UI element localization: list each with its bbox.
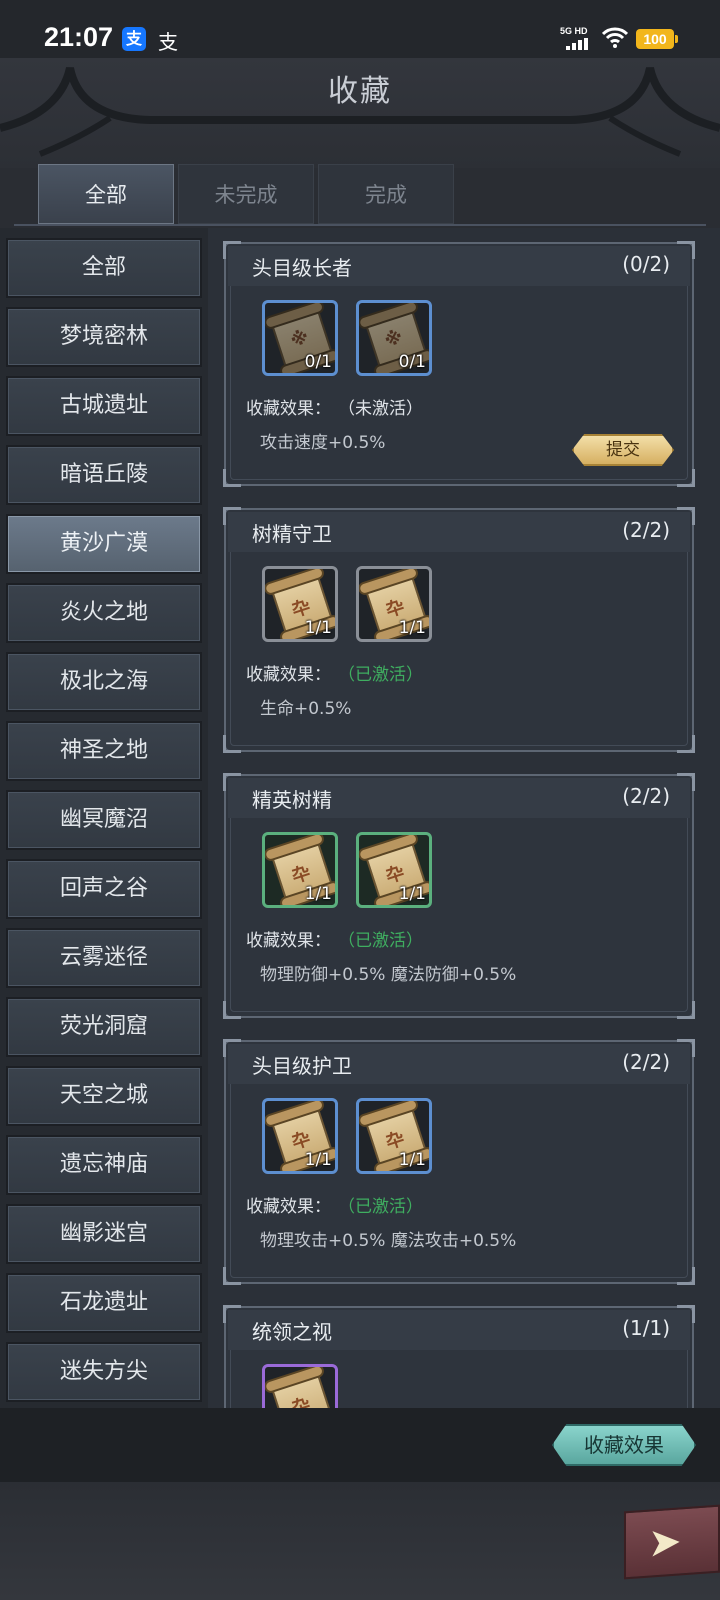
- collection-item-slot[interactable]: 卆 1/1: [262, 1098, 338, 1174]
- effect-bonus: 物理防御+0.5% 魔法防御+0.5%: [260, 965, 517, 985]
- collection-item-slot[interactable]: 卆 1/1: [356, 832, 432, 908]
- alipay-icon: 支: [122, 27, 146, 51]
- battery-indicator: 100: [636, 29, 678, 49]
- sidebar-item-flame-land[interactable]: 炎火之地: [6, 583, 202, 643]
- card-title: 统领之视: [252, 1320, 332, 1344]
- collection-item-slot[interactable]: 卆: [262, 1364, 338, 1408]
- item-count: 1/1: [304, 618, 332, 638]
- collection-item-slot[interactable]: 卆 1/1: [262, 832, 338, 908]
- tab-all[interactable]: 全部: [38, 164, 174, 224]
- submit-button[interactable]: 提交: [572, 434, 674, 466]
- wifi-icon: [602, 27, 628, 48]
- card-progress: (2/2): [622, 518, 670, 542]
- collection-card: 统领之视 (1/1) 卆: [223, 1305, 695, 1408]
- sidebar-item-echo-valley[interactable]: 回声之谷: [6, 859, 202, 919]
- signal-icon: [566, 38, 588, 50]
- card-progress: (1/1): [622, 1316, 670, 1340]
- effect-bonus: 生命+0.5%: [260, 699, 352, 719]
- sidebar-item-lost-obelisk[interactable]: 迷失方尖: [6, 1342, 202, 1402]
- page-title: 收藏: [328, 74, 392, 109]
- card-title: 树精守卫: [252, 522, 332, 546]
- sidebar-item-north-sea[interactable]: 极北之海: [6, 652, 202, 712]
- card-title: 头目级护卫: [252, 1054, 352, 1078]
- sidebar-item-dream-forest[interactable]: 梦境密林: [6, 307, 202, 367]
- card-progress: (2/2): [622, 784, 670, 808]
- collection-card: 树精守卫 (2/2) 卆 1/1 卆 1/1 收藏效果： （已激活） 生命+0.…: [223, 507, 695, 753]
- item-count: 1/1: [398, 618, 426, 638]
- scroll-icon: 卆: [272, 1371, 332, 1408]
- effect-label: 收藏效果：: [246, 399, 331, 419]
- effect-status: （已激活）: [338, 665, 423, 685]
- alipay-outline-icon: 支: [158, 30, 178, 54]
- card-title: 精英树精: [252, 788, 332, 812]
- back-button[interactable]: ➤: [624, 1504, 720, 1580]
- collection-item-slot[interactable]: 卆 1/1: [356, 1098, 432, 1174]
- region-sidebar: 全部 梦境密林 古城遗址 暗语丘陵 黄沙广漠 炎火之地 极北之海 神圣之地 幽冥…: [0, 228, 208, 1408]
- collection-list[interactable]: 头目级长者 (0/2) ※ 0/1 ※ 0/1 收藏效果： （未激活） 攻击速度…: [208, 228, 720, 1408]
- effect-status: （未激活）: [338, 399, 423, 419]
- collection-card: 头目级护卫 (2/2) 卆 1/1 卆 1/1 收藏效果： （已激活） 物理攻击…: [223, 1039, 695, 1285]
- collection-card: 精英树精 (2/2) 卆 1/1 卆 1/1 收藏效果： （已激活） 物理防御+…: [223, 773, 695, 1019]
- item-count: 1/1: [304, 884, 332, 904]
- tab-incomplete[interactable]: 未完成: [178, 164, 314, 224]
- effect-label: 收藏效果：: [246, 665, 331, 685]
- sidebar-item-glow-cave[interactable]: 荧光洞窟: [6, 997, 202, 1057]
- effect-bonus: 物理攻击+0.5% 魔法攻击+0.5%: [260, 1231, 517, 1251]
- tab-complete[interactable]: 完成: [318, 164, 454, 224]
- card-title: 头目级长者: [252, 256, 352, 280]
- item-count: 0/1: [398, 352, 426, 372]
- sidebar-item-forgotten-temple[interactable]: 遗忘神庙: [6, 1135, 202, 1195]
- effect-bonus: 攻击速度+0.5%: [260, 433, 386, 453]
- collection-item-slot[interactable]: ※ 0/1: [356, 300, 432, 376]
- effect-status: （已激活）: [338, 931, 423, 951]
- filter-tabs: 全部 未完成 完成: [14, 164, 706, 226]
- item-count: 1/1: [304, 1150, 332, 1170]
- sidebar-item-ancient-city[interactable]: 古城遗址: [6, 376, 202, 436]
- arrow-right-icon: ➤: [648, 1518, 682, 1567]
- card-progress: (2/2): [622, 1050, 670, 1074]
- effect-status: （已激活）: [338, 1197, 423, 1217]
- card-progress: (0/2): [622, 252, 670, 276]
- network-type: 5G HD: [560, 26, 588, 36]
- collection-card: 头目级长者 (0/2) ※ 0/1 ※ 0/1 收藏效果： （未激活） 攻击速度…: [223, 241, 695, 487]
- collection-effect-button[interactable]: 收藏效果: [552, 1424, 696, 1466]
- sidebar-item-holy-land[interactable]: 神圣之地: [6, 721, 202, 781]
- item-count: 1/1: [398, 884, 426, 904]
- sidebar-item-shadow-maze[interactable]: 幽影迷宫: [6, 1204, 202, 1264]
- sidebar-item-stone-dragon[interactable]: 石龙遗址: [6, 1273, 202, 1333]
- item-count: 0/1: [304, 352, 332, 372]
- status-time: 21:07: [44, 22, 114, 52]
- sidebar-item-yellow-desert[interactable]: 黄沙广漠: [6, 514, 202, 574]
- item-count: 1/1: [398, 1150, 426, 1170]
- collection-item-slot[interactable]: 卆 1/1: [356, 566, 432, 642]
- effect-label: 收藏效果：: [246, 931, 331, 951]
- sidebar-item-all[interactable]: 全部: [6, 238, 202, 298]
- sidebar-item-misty-path[interactable]: 云雾迷径: [6, 928, 202, 988]
- sidebar-item-sky-city[interactable]: 天空之城: [6, 1066, 202, 1126]
- effect-label: 收藏效果：: [246, 1197, 331, 1217]
- collection-item-slot[interactable]: ※ 0/1: [262, 300, 338, 376]
- sidebar-item-nether-swamp[interactable]: 幽冥魔沼: [6, 790, 202, 850]
- sidebar-item-whisper-hills[interactable]: 暗语丘陵: [6, 445, 202, 505]
- footer-area: [0, 1482, 720, 1600]
- collection-item-slot[interactable]: 卆 1/1: [262, 566, 338, 642]
